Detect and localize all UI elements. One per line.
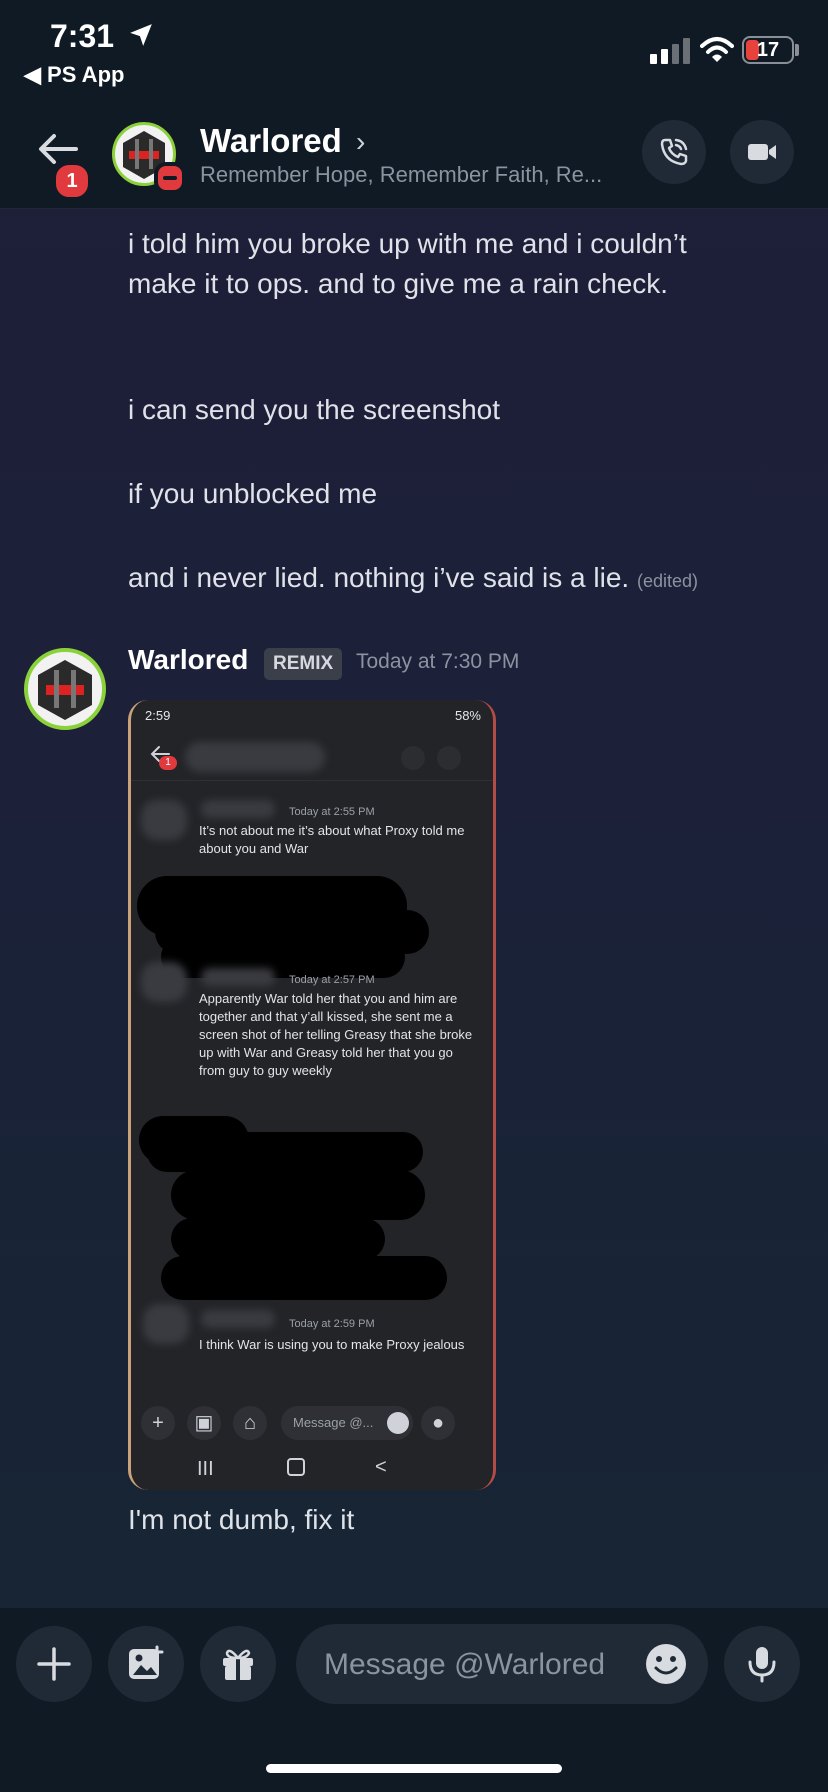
back-arrow-icon[interactable] [36, 132, 78, 166]
nav-recents-icon: III [197, 1458, 214, 1480]
redaction [147, 1132, 423, 1172]
redaction [161, 936, 405, 978]
message-line: i told him you broke up with me and i co… [128, 228, 687, 259]
conversation-name[interactable]: Warlored [200, 122, 342, 160]
image-icon [129, 1645, 164, 1679]
remix-tag: REMIX [264, 648, 343, 680]
video-call-button[interactable] [730, 120, 794, 184]
gift-icon [223, 1649, 253, 1680]
emoji-icon[interactable] [644, 1642, 688, 1686]
redaction [171, 1170, 425, 1220]
attachment-time: 2:59 [145, 708, 171, 723]
unread-badge: 1 [159, 756, 177, 770]
emoji-icon [387, 1412, 409, 1434]
blurred-name [185, 742, 325, 772]
attachment-message: It’s not about me it’s about what Proxy … [199, 823, 465, 856]
clock: 7:31 [50, 18, 115, 54]
attachment-input-placeholder: Message @... [293, 1415, 374, 1430]
gift-button[interactable] [200, 1626, 276, 1702]
blurred-avatar [141, 800, 187, 840]
edited-label: (edited) [636, 571, 698, 591]
message-text: I'm not dumb, fix it [128, 1504, 355, 1535]
voice-call-button[interactable] [642, 120, 706, 184]
battery-level: 17 [756, 39, 780, 61]
gift-icon: ⌂ [233, 1406, 267, 1440]
blurred-avatar [141, 962, 187, 1002]
image-attachment[interactable]: 2:59 58% 1 Today at 2:55 PM It’s not abo… [128, 700, 496, 1490]
attachment-battery: 58% [454, 708, 481, 723]
nav-home-icon [287, 1458, 305, 1476]
attachment-timestamp: Today at 2:57 PM [289, 974, 375, 986]
video-camera-icon [748, 144, 776, 160]
home-indicator[interactable] [266, 1764, 562, 1773]
avatar-logo-icon [38, 660, 92, 720]
message-line: if you unblocked me [128, 478, 378, 509]
blurred-avatar [143, 1304, 189, 1344]
author-avatar[interactable] [24, 648, 106, 730]
attachment-header: 1 [131, 736, 493, 781]
battery-icon: 17 [742, 36, 794, 64]
attachment-message-input: Message @... [281, 1406, 413, 1440]
image-picker-button[interactable] [108, 1626, 184, 1702]
unread-badge: 1 [53, 162, 91, 200]
location-arrow-icon [130, 24, 152, 46]
phone-icon [660, 138, 688, 166]
attachment-timestamp: Today at 2:59 PM [289, 1318, 375, 1330]
android-nav-bar: III < [131, 1448, 493, 1490]
phone-icon [401, 746, 425, 770]
attachment-status-bar: 2:59 58% [131, 700, 493, 736]
blurred-name [201, 1310, 275, 1328]
blurred-name [201, 800, 275, 818]
custom-status: Remember Hope, Remember Faith, Re... [200, 162, 603, 187]
voice-message-button[interactable] [724, 1626, 800, 1702]
add-attachment-button[interactable] [16, 1626, 92, 1702]
attachment-composer: + ▣ ⌂ Message @... ● [131, 1400, 493, 1446]
message-input-placeholder: Message @Warlored [324, 1648, 606, 1681]
message-text: and i never lied. nothing i’ve said is a… [128, 562, 630, 593]
nav-back-icon: < [375, 1456, 387, 1478]
video-camera-icon [437, 746, 461, 770]
wifi-icon [700, 37, 734, 62]
message-line: and i never lied. nothing i’ve said is a… [128, 558, 698, 601]
message-timestamp: Today at 7:30 PM [356, 650, 520, 673]
status-bar: 7:31 ◀ PS App 17 [0, 0, 828, 92]
message-line: make it to ops. and to give me a rain ch… [128, 268, 669, 299]
attachment-timestamp: Today at 2:55 PM [289, 806, 375, 818]
plus-icon [37, 1647, 71, 1681]
message-input[interactable]: Message @Warlored [296, 1624, 708, 1704]
attachment-message: Apparently War told her that you and him… [199, 991, 473, 1078]
do-not-disturb-status-icon [154, 162, 186, 194]
image-icon: ▣ [187, 1406, 221, 1440]
chat-header: 1 Warlored › Remember Hope, Remember Fai… [0, 92, 828, 209]
microphone-icon [748, 1647, 776, 1683]
redaction [171, 1218, 385, 1260]
plus-icon: + [141, 1406, 175, 1440]
microphone-icon: ● [421, 1406, 455, 1440]
author-name[interactable]: Warlored [128, 644, 248, 676]
cellular-signal-icon [650, 38, 690, 64]
blurred-name [201, 968, 275, 986]
back-to-app-link[interactable]: ◀ PS App [24, 62, 124, 88]
chevron-right-icon[interactable]: › [356, 126, 365, 158]
redaction [161, 1256, 447, 1300]
attachment-message: I think War is using you to make Proxy j… [199, 1337, 465, 1352]
message-line: i can send you the screenshot [128, 394, 501, 425]
